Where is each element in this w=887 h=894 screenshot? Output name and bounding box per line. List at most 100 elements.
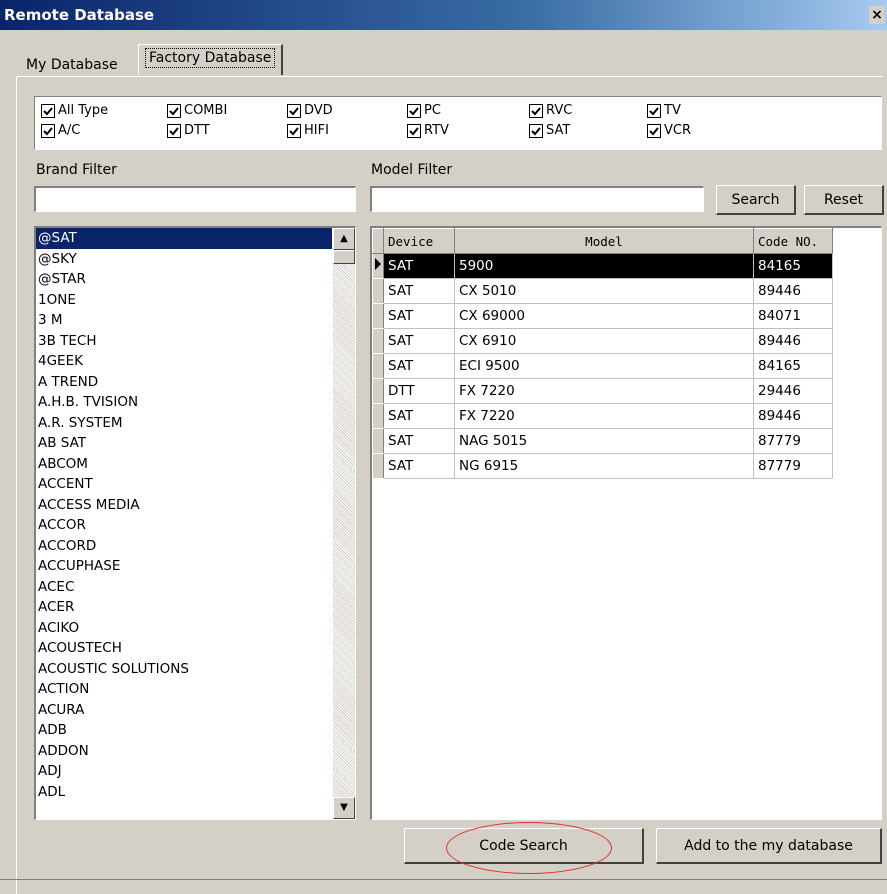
cell-device: SAT: [383, 303, 455, 329]
cell-code: 87779: [753, 428, 833, 454]
cell-device: SAT: [383, 428, 455, 454]
tab-my-database[interactable]: My Database: [20, 52, 124, 78]
list-item[interactable]: A TREND: [36, 372, 332, 393]
list-item[interactable]: ADDON: [36, 741, 332, 762]
checkbox-combi[interactable]: COMBI: [167, 103, 227, 118]
checkmark-icon: [167, 123, 181, 138]
checkbox-label: PC: [424, 103, 441, 118]
column-header-model[interactable]: Model: [454, 228, 754, 254]
list-item[interactable]: ACURA: [36, 700, 332, 721]
cell-model: NG 6915: [454, 453, 754, 479]
close-icon[interactable]: ×: [869, 6, 885, 24]
column-header-device[interactable]: Device: [383, 228, 455, 254]
list-item[interactable]: ACCORD: [36, 536, 332, 557]
row-indicator[interactable]: [372, 428, 384, 454]
brand-list-scrollbar[interactable]: ▲ ▼: [333, 228, 355, 819]
row-indicator[interactable]: [372, 403, 384, 429]
list-item[interactable]: @SAT: [36, 228, 332, 249]
row-indicator[interactable]: [372, 278, 384, 304]
list-item[interactable]: A.R. SYSTEM: [36, 413, 332, 434]
list-item[interactable]: ADB: [36, 720, 332, 741]
scroll-down-arrow-icon[interactable]: ▼: [333, 797, 355, 819]
checkmark-icon: [529, 123, 543, 138]
list-item[interactable]: ADL: [36, 782, 332, 803]
row-indicator[interactable]: [372, 303, 384, 329]
list-item[interactable]: ACTION: [36, 679, 332, 700]
table-row[interactable]: SAT CX 69000 84071: [372, 303, 833, 329]
row-pointer-icon[interactable]: [372, 253, 384, 279]
table-row[interactable]: SAT CX 5010 89446: [372, 278, 833, 304]
checkbox-sat[interactable]: SAT: [529, 123, 570, 138]
code-grid[interactable]: Device Model Code NO. SAT 5900 84165 SAT CX …: [370, 226, 882, 820]
row-indicator[interactable]: [372, 378, 384, 404]
cell-code: 84071: [753, 303, 833, 329]
list-item[interactable]: ADJ: [36, 761, 332, 782]
checkbox-a-c[interactable]: A/C: [41, 123, 80, 138]
checkbox-hifi[interactable]: HIFI: [287, 123, 329, 138]
tab-factory-database[interactable]: Factory Database: [138, 44, 284, 75]
list-item[interactable]: 4GEEK: [36, 351, 332, 372]
list-item[interactable]: ACOUSTECH: [36, 638, 332, 659]
checkbox-dvd[interactable]: DVD: [287, 103, 333, 118]
checkbox-vcr[interactable]: VCR: [647, 123, 691, 138]
cell-code: 89446: [753, 328, 833, 354]
code-search-button[interactable]: Code Search: [404, 828, 644, 864]
scroll-thumb[interactable]: [333, 250, 355, 264]
checkbox-rvc[interactable]: RVC: [529, 103, 572, 118]
table-row[interactable]: SAT NG 6915 87779: [372, 453, 833, 479]
list-item[interactable]: ACCUPHASE: [36, 556, 332, 577]
reset-button[interactable]: Reset: [804, 185, 884, 215]
model-filter-label: Model Filter: [371, 162, 453, 178]
list-item[interactable]: ACCOR: [36, 515, 332, 536]
list-item[interactable]: @SKY: [36, 249, 332, 270]
checkbox-label: HIFI: [304, 123, 329, 138]
brand-filter-input[interactable]: [34, 186, 356, 212]
table-row[interactable]: SAT ECI 9500 84165: [372, 353, 833, 379]
cell-model: CX 5010: [454, 278, 754, 304]
column-header-code[interactable]: Code NO.: [753, 228, 833, 254]
cell-device: SAT: [383, 253, 455, 279]
add-to-my-database-button[interactable]: Add to the my database: [656, 828, 882, 864]
list-item[interactable]: 3 M: [36, 310, 332, 331]
checkbox-all-type[interactable]: All Type: [41, 103, 108, 118]
checkbox-label: RTV: [424, 123, 449, 138]
list-item[interactable]: @STAR: [36, 269, 332, 290]
list-item[interactable]: 3B TECH: [36, 331, 332, 352]
table-row[interactable]: SAT FX 7220 89446: [372, 403, 833, 429]
brand-list[interactable]: @SAT @SKY @STAR 1ONE 3 M 3B TECH 4GEEK A TREND A…: [34, 226, 356, 820]
table-row[interactable]: SAT 5900 84165: [372, 253, 833, 279]
cell-code: 89446: [753, 278, 833, 304]
grid-header: Device Model Code NO.: [372, 228, 833, 254]
checkbox-pc[interactable]: PC: [407, 103, 441, 118]
model-filter-input[interactable]: [370, 186, 704, 212]
list-item[interactable]: ABCOM: [36, 454, 332, 475]
list-item[interactable]: AB SAT: [36, 433, 332, 454]
list-item[interactable]: ACER: [36, 597, 332, 618]
checkbox-tv[interactable]: TV: [647, 103, 681, 118]
checkmark-icon: [287, 103, 301, 118]
checkbox-label: All Type: [58, 103, 109, 118]
checkmark-icon: [407, 103, 421, 118]
table-row[interactable]: SAT NAG 5015 87779: [372, 428, 833, 454]
list-item[interactable]: ACOUSTIC SOLUTIONS: [36, 659, 332, 680]
checkbox-rtv[interactable]: RTV: [407, 123, 449, 138]
checkmark-icon: [407, 123, 421, 138]
row-indicator[interactable]: [372, 453, 384, 479]
row-indicator[interactable]: [372, 353, 384, 379]
tab-factory-database-label: Factory Database: [145, 48, 276, 68]
list-item[interactable]: 1ONE: [36, 290, 332, 311]
search-button[interactable]: Search: [716, 185, 796, 215]
checkbox-label: A/C: [58, 123, 81, 138]
checkbox-label: DVD: [304, 103, 333, 118]
checkbox-dtt[interactable]: DTT: [167, 123, 210, 138]
table-row[interactable]: DTT FX 7220 29446: [372, 378, 833, 404]
list-item[interactable]: ACCENT: [36, 474, 332, 495]
list-item[interactable]: ACIKO: [36, 618, 332, 639]
table-row[interactable]: SAT CX 6910 89446: [372, 328, 833, 354]
row-indicator[interactable]: [372, 328, 384, 354]
checkbox-label: COMBI: [184, 103, 228, 118]
list-item[interactable]: A.H.B. TVISION: [36, 392, 332, 413]
list-item[interactable]: ACEC: [36, 577, 332, 598]
scroll-up-arrow-icon[interactable]: ▲: [333, 228, 355, 250]
list-item[interactable]: ACCESS MEDIA: [36, 495, 332, 516]
